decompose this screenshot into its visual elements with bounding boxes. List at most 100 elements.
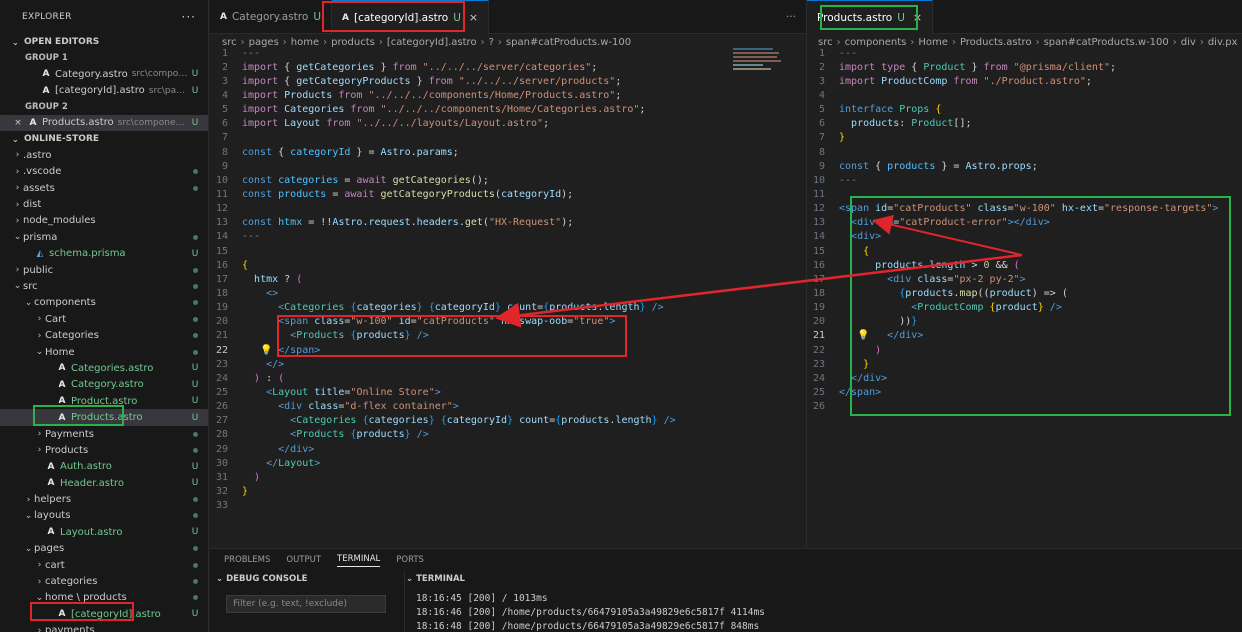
folder-item[interactable]: ⌄ home \ products <box>0 590 208 606</box>
minimap[interactable] <box>733 46 783 86</box>
folder-item[interactable]: › Cart <box>0 311 208 327</box>
code-line[interactable]: 2 import type { Product } from "@prisma/c… <box>807 60 1242 74</box>
code-line[interactable]: 23 </> <box>210 357 806 371</box>
more-actions-icon[interactable]: ··· <box>182 10 196 24</box>
code-line[interactable]: 5 interface Props { <box>807 103 1242 117</box>
file-item[interactable]: A Product.astro U <box>0 393 208 409</box>
folder-item[interactable]: › dist <box>0 196 208 212</box>
code-line[interactable]: 4 <box>807 88 1242 102</box>
file-item[interactable]: A Layout.astro U <box>0 524 208 540</box>
open-editors-section[interactable]: ⌄ OPEN EDITORS <box>0 34 208 50</box>
code-line[interactable]: 21 < Products {products} /> <box>210 329 806 343</box>
code-line[interactable]: 32} <box>210 484 806 498</box>
code-line[interactable]: 16 { <box>210 258 806 272</box>
code-line[interactable]: 7} <box>807 131 1242 145</box>
more-actions-icon[interactable]: ··· <box>786 11 796 23</box>
code-line[interactable]: 6 import Layout from "../../../layouts/La… <box>210 117 806 131</box>
code-line[interactable]: 23 } <box>807 357 1242 371</box>
debug-console-header[interactable]: ⌄ DEBUG CONSOLE <box>216 574 307 584</box>
terminal-header[interactable]: ⌄ TERMINAL <box>406 574 465 584</box>
tab-terminal[interactable]: TERMINAL <box>337 554 381 567</box>
folder-item[interactable]: ⌄ prisma <box>0 229 208 245</box>
folder-item[interactable]: › node_modules <box>0 213 208 229</box>
code-line[interactable]: 20 ))} <box>807 315 1242 329</box>
code-line[interactable]: 22 ) <box>807 343 1242 357</box>
folder-item[interactable]: › categories <box>0 573 208 589</box>
code-line[interactable]: 9 <box>210 159 806 173</box>
code-line[interactable]: 25 < Layout title = "Online Store" > <box>210 385 806 399</box>
code-line[interactable]: 15 <box>210 244 806 258</box>
code-line[interactable]: 14 --- <box>210 230 806 244</box>
lightbulb-icon[interactable]: 💡 <box>260 345 272 356</box>
file-item[interactable]: A Categories.astro U <box>0 360 208 376</box>
code-line[interactable]: 33 <box>210 499 806 513</box>
code-line[interactable]: 24 ) : ( <box>210 371 806 385</box>
folder-item[interactable]: ⌄ layouts <box>0 508 208 524</box>
code-line[interactable]: 18 {products. map((product) => ( <box>807 286 1242 300</box>
folder-item[interactable]: ⌄ pages <box>0 541 208 557</box>
code-line[interactable]: 3 import ProductComp from "./Product.astr… <box>807 74 1242 88</box>
folder-item[interactable]: › cart <box>0 557 208 573</box>
tab-products-astro[interactable]: Products.astro U × <box>807 0 934 34</box>
code-line[interactable]: 2 import { getCategories } from "../../..… <box>210 60 806 74</box>
code-line[interactable]: 19 < ProductComp {product} /> <box>807 301 1242 315</box>
close-icon[interactable]: × <box>913 11 922 24</box>
code-line[interactable]: 6 products: Product []; <box>807 117 1242 131</box>
tab-ports[interactable]: PORTS <box>396 555 424 565</box>
folder-item[interactable]: › public <box>0 262 208 278</box>
code-line[interactable]: 18 <> <box>210 286 806 300</box>
code-line[interactable]: 17 <div class = "px-2 py-2" > <box>807 272 1242 286</box>
code-line[interactable]: 10 --- <box>807 173 1242 187</box>
file-item[interactable]: A Auth.astro U <box>0 459 208 475</box>
project-section[interactable]: ⌄ ONLINE-STORE <box>0 131 208 147</box>
tab-output[interactable]: OUTPUT <box>286 555 321 565</box>
code-line[interactable]: 8 const { categoryId } = Astro. params; <box>210 145 806 159</box>
code-line[interactable]: 26 <box>807 400 1242 414</box>
lightbulb-icon[interactable]: 💡 <box>857 330 869 341</box>
code-line[interactable]: 9 const { products } = Astro. props; <box>807 159 1242 173</box>
code-line[interactable]: 12 <box>210 202 806 216</box>
folder-item[interactable]: ⌄ components <box>0 295 208 311</box>
terminal-output[interactable]: 18:16:45 [200] / 1013ms 18:16:46 [200] /h… <box>416 593 765 632</box>
code-line[interactable]: 1 --- <box>210 46 806 60</box>
code-line[interactable]: 21 </div> 💡 <box>807 329 1242 343</box>
close-icon[interactable]: × <box>469 11 478 24</box>
code-line[interactable]: 30 </Layout > <box>210 456 806 470</box>
code-line[interactable]: 31 ) <box>210 470 806 484</box>
code-line[interactable]: 14 <div> <box>807 230 1242 244</box>
code-line[interactable]: 10 const categories = await getCategories… <box>210 173 806 187</box>
tab-problems[interactable]: PROBLEMS <box>224 555 270 565</box>
folder-item[interactable]: › helpers <box>0 491 208 507</box>
code-line[interactable]: 29 </div> <box>210 442 806 456</box>
debug-filter-input[interactable]: Filter (e.g. text, !exclude) <box>226 595 386 613</box>
code-line[interactable]: 1 --- <box>807 46 1242 60</box>
close-icon[interactable]: × <box>12 118 24 128</box>
right-code-editor[interactable]: 1 --- 2 import type { Product } from "@pris… <box>807 46 1242 414</box>
code-line[interactable]: 19 < Categories {categories} {categoryId}… <box>210 301 806 315</box>
code-line[interactable]: 15 { <box>807 244 1242 258</box>
tab-categoryid-astro[interactable]: A [categoryId].astro U × <box>332 0 490 34</box>
code-line[interactable]: 13 const htmx = !! Astro. request. headers. g… <box>210 216 806 230</box>
code-line[interactable]: 24 </div> <box>807 371 1242 385</box>
folder-item[interactable]: ⌄ src <box>0 278 208 294</box>
code-line[interactable]: 25 </span> <box>807 385 1242 399</box>
code-line[interactable]: 28 < Products {products} /> <box>210 428 806 442</box>
file-item[interactable]: A Products.astro U <box>0 409 208 426</box>
code-line[interactable]: 20 <span class = "w-100" id = "catProducts" … <box>210 315 806 329</box>
folder-item[interactable]: › .astro <box>0 147 208 163</box>
code-line[interactable]: 17 htmx ? ( <box>210 272 806 286</box>
file-item[interactable]: ◭ schema.prisma U <box>0 246 208 262</box>
open-editor-item[interactable]: A Category.astrosrc\componen...U <box>0 66 208 82</box>
code-line[interactable]: 4 import Products from "../../../componen… <box>210 88 806 102</box>
file-item[interactable]: A Category.astro U <box>0 377 208 393</box>
code-line[interactable]: 26 <div class = "d-flex container" > <box>210 400 806 414</box>
folder-item[interactable]: › payments <box>0 623 208 632</box>
code-line[interactable]: 16 products. length > 0 && ( <box>807 258 1242 272</box>
open-editor-item[interactable]: × A Products.astro src\componen... U <box>0 114 208 132</box>
folder-item[interactable]: › Payments <box>0 426 208 442</box>
code-line[interactable]: 5 import Categories from "../../../compon… <box>210 103 806 117</box>
code-line[interactable]: 11 const products = await getCategoryProd… <box>210 187 806 201</box>
code-line[interactable]: 11 <box>807 187 1242 201</box>
code-line[interactable]: 12 <span id = "catProducts" class = "w-100" h… <box>807 202 1242 216</box>
code-line[interactable]: 22 </span> 💡 <box>210 343 806 357</box>
